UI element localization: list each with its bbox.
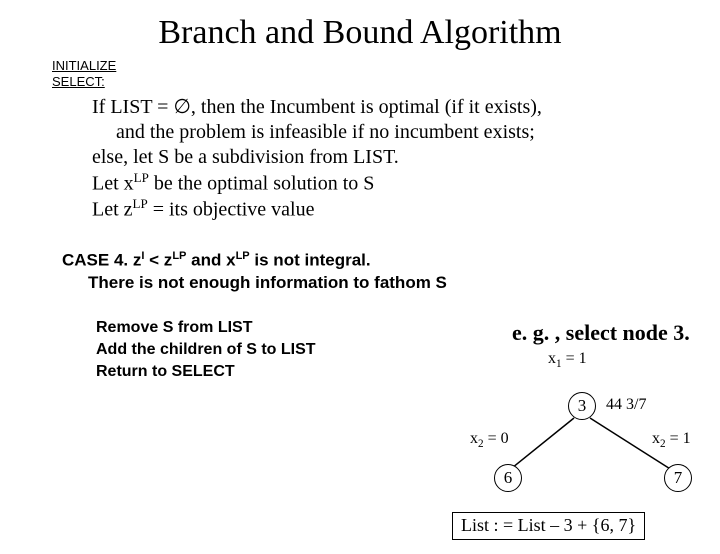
- text: < z: [144, 250, 172, 269]
- empty-set-symbol: ∅: [173, 96, 190, 118]
- case-4-line-1: CASE 4. zI < zLP and xLP is not integral…: [62, 249, 720, 273]
- list-update-box: List : = List – 3 + {6, 7}: [452, 512, 645, 540]
- left-edge-label: x2 = 0: [470, 430, 509, 450]
- initialize-label: INITIALIZE: [52, 58, 720, 74]
- text: x: [470, 430, 478, 447]
- text: x: [548, 350, 556, 367]
- text: If LIST =: [92, 96, 173, 118]
- tree-node-right: 7: [664, 464, 692, 492]
- select-line-3: else, let S be a subdivision from LIST.: [92, 145, 680, 170]
- superscript: LP: [172, 250, 186, 262]
- superscript: LP: [134, 170, 149, 185]
- example-tree: x1 = 1 3 44 3/7 x2 = 0 x2 = 1 6 7: [440, 344, 710, 514]
- select-label: SELECT:: [52, 74, 720, 90]
- example-heading: e. g. , select node 3.: [512, 320, 690, 346]
- text: and x: [186, 250, 235, 269]
- root-value-label: 44 3/7: [606, 396, 646, 414]
- text: = 0: [484, 430, 509, 447]
- text: x: [652, 430, 660, 447]
- text: = 1: [562, 350, 587, 367]
- select-body: If LIST = ∅, then the Incumbent is optim…: [92, 95, 680, 223]
- tree-node-root: 3: [568, 392, 596, 420]
- text: Let z: [92, 199, 133, 221]
- superscript: LP: [236, 250, 250, 262]
- case-4-line-2: There is not enough information to fatho…: [62, 272, 720, 295]
- root-incoming-label: x1 = 1: [548, 350, 587, 370]
- text: is not integral.: [250, 250, 371, 269]
- text: Let x: [92, 172, 134, 194]
- superscript: LP: [133, 196, 148, 211]
- case-4-block: CASE 4. zI < zLP and xLP is not integral…: [62, 249, 720, 296]
- select-line-2: and the problem is infeasible if no incu…: [92, 120, 680, 145]
- text: , then the Incumbent is optimal (if it e…: [191, 96, 542, 118]
- select-line-5: Let zLP = its objective value: [92, 196, 680, 223]
- right-edge-label: x2 = 1: [652, 430, 691, 450]
- select-line-4: Let xLP be the optimal solution to S: [92, 170, 680, 197]
- text: CASE 4. z: [62, 250, 141, 269]
- text: = 1: [666, 430, 691, 447]
- phase-labels: INITIALIZE SELECT:: [52, 58, 720, 91]
- text: be the optimal solution to S: [149, 172, 375, 194]
- tree-node-left: 6: [494, 464, 522, 492]
- text: = its objective value: [148, 199, 315, 221]
- page-title: Branch and Bound Algorithm: [0, 14, 720, 52]
- select-line-1: If LIST = ∅, then the Incumbent is optim…: [92, 95, 680, 120]
